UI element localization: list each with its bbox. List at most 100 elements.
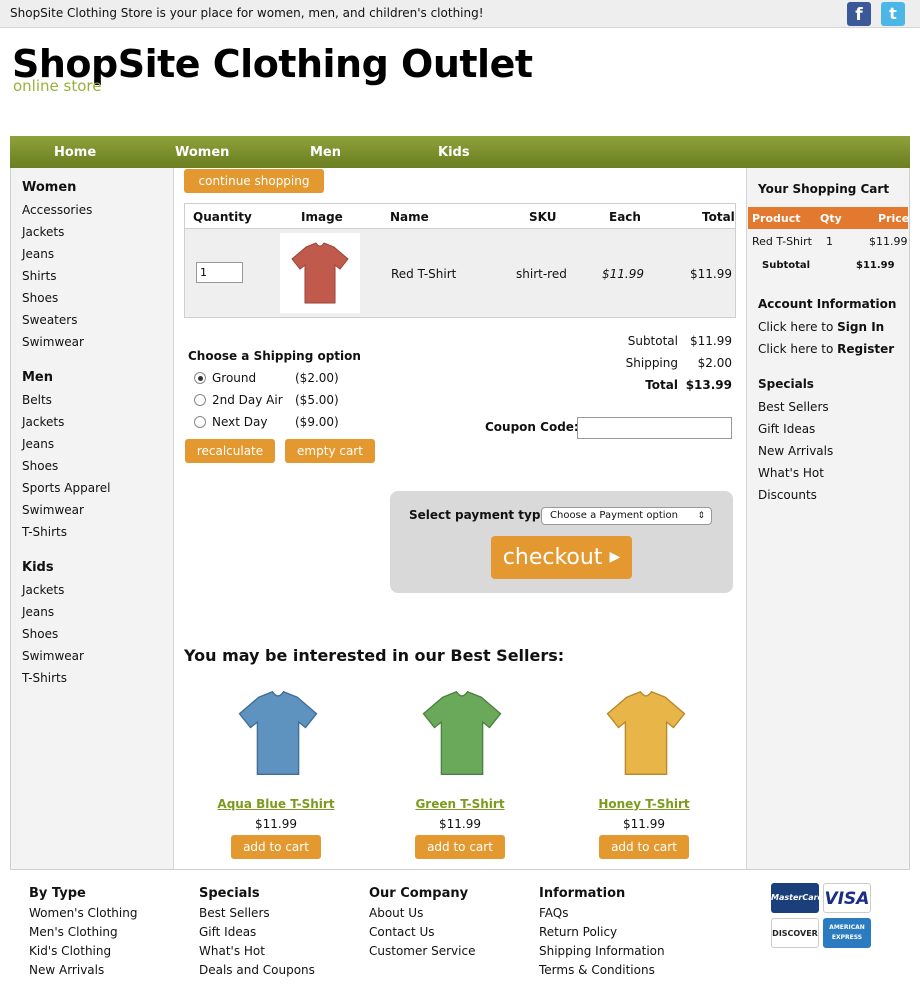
sidebar-item-jackets[interactable]: Jackets <box>22 583 64 597</box>
sidebar-item-t-shirts[interactable]: T-Shirts <box>22 671 67 685</box>
shipping-title: Choose a Shipping option <box>188 349 361 363</box>
add-to-cart-button-aqua[interactable]: add to cart <box>231 835 321 859</box>
nav-women[interactable]: Women <box>175 145 229 160</box>
footer-link[interactable]: Gift Ideas <box>199 925 256 939</box>
sidebar-item-shoes[interactable]: Shoes <box>22 291 58 305</box>
sidebar-item-sports-apparel[interactable]: Sports Apparel <box>22 481 110 495</box>
chevron-right-icon: ▶ <box>609 549 621 565</box>
twitter-icon[interactable]: t <box>881 2 905 26</box>
footer-link[interactable]: Shipping Information <box>539 944 665 958</box>
sign-in-link[interactable]: Sign In <box>837 320 884 334</box>
shipping-label-2nd-day-air[interactable]: 2nd Day Air <box>212 393 283 407</box>
footer-link[interactable]: Best Sellers <box>199 906 270 920</box>
mini-cart-qty: 1 <box>826 235 833 248</box>
right-sidebar <box>746 168 909 869</box>
mini-cart-product[interactable]: Red T-Shirt <box>752 235 812 248</box>
nav-kids[interactable]: Kids <box>438 145 470 160</box>
sidebar-item-swimwear[interactable]: Swimwear <box>22 503 84 517</box>
checkout-button[interactable]: checkout ▶ <box>491 536 632 579</box>
facebook-icon[interactable]: f <box>847 2 871 26</box>
quantity-input[interactable] <box>196 262 243 283</box>
tagline: ShopSite Clothing Store is your place fo… <box>10 6 484 20</box>
nav-home[interactable]: Home <box>54 145 96 160</box>
aqua-tshirt-image[interactable] <box>223 678 333 791</box>
col-each: Each <box>609 210 641 224</box>
specials-best-sellers[interactable]: Best Sellers <box>758 400 829 414</box>
footer-link[interactable]: Customer Service <box>369 944 475 958</box>
sidebar-item-swimwear[interactable]: Swimwear <box>22 335 84 349</box>
sidebar-heading-men[interactable]: Men <box>22 370 53 385</box>
sidebar-item-shirts[interactable]: Shirts <box>22 269 56 283</box>
footer-link[interactable]: New Arrivals <box>29 963 104 977</box>
sidebar-heading-kids[interactable]: Kids <box>22 560 54 575</box>
footer-link[interactable]: Return Policy <box>539 925 617 939</box>
store-subtitle: online store <box>13 77 102 95</box>
sidebar-item-swimwear[interactable]: Swimwear <box>22 649 84 663</box>
register-line[interactable]: Click here to Register <box>758 342 894 356</box>
footer-link[interactable]: Contact Us <box>369 925 435 939</box>
sidebar-item-shoes[interactable]: Shoes <box>22 459 58 473</box>
footer-by-type-title: By Type <box>29 886 86 901</box>
shipping-price-ground: ($2.00) <box>295 371 339 385</box>
register-link[interactable]: Register <box>837 342 894 356</box>
mini-cart-col-product: Product <box>752 212 801 225</box>
sign-in-line[interactable]: Click here to Sign In <box>758 320 884 334</box>
sidebar-item-belts[interactable]: Belts <box>22 393 52 407</box>
shipping-price-next-day: ($9.00) <box>295 415 339 429</box>
add-to-cart-button-green[interactable]: add to cart <box>415 835 505 859</box>
item-sku: shirt-red <box>516 267 567 281</box>
footer-info-title: Information <box>539 886 626 901</box>
mini-cart-subtotal-label: Subtotal <box>762 260 811 271</box>
product-name-green[interactable]: Green T-Shirt <box>375 797 545 811</box>
empty-cart-button[interactable]: empty cart <box>285 439 375 463</box>
account-info-title: Account Information <box>758 297 897 311</box>
sidebar-item-accessories[interactable]: Accessories <box>22 203 92 217</box>
sidebar-item-sweaters[interactable]: Sweaters <box>22 313 77 327</box>
sidebar-item-jeans[interactable]: Jeans <box>22 247 54 261</box>
footer-link[interactable]: Deals and Coupons <box>199 963 315 977</box>
shipping-radio-ground[interactable] <box>194 372 206 384</box>
specials-new-arrivals[interactable]: New Arrivals <box>758 444 833 458</box>
sidebar-item-jackets[interactable]: Jackets <box>22 415 64 429</box>
coupon-input[interactable] <box>577 417 732 439</box>
recalculate-button[interactable]: recalculate <box>185 439 275 463</box>
sidebar-item-t-shirts[interactable]: T-Shirts <box>22 525 67 539</box>
col-quantity: Quantity <box>193 210 252 224</box>
footer-company-title: Our Company <box>369 886 469 901</box>
footer-link[interactable]: Kid's Clothing <box>29 944 111 958</box>
sidebar-item-shoes[interactable]: Shoes <box>22 627 58 641</box>
shipping-label-next-day[interactable]: Next Day <box>212 415 267 429</box>
footer-link[interactable]: Men's Clothing <box>29 925 118 939</box>
shipping-radio-2nd-day-air[interactable] <box>194 394 206 406</box>
footer-link[interactable]: About Us <box>369 906 423 920</box>
shipping-label-ground[interactable]: Ground <box>212 371 256 385</box>
product-name-honey[interactable]: Honey T-Shirt <box>559 797 729 811</box>
sidebar-heading-women[interactable]: Women <box>22 180 76 195</box>
footer-link[interactable]: Terms & Conditions <box>539 963 655 977</box>
sidebar-item-jeans[interactable]: Jeans <box>22 605 54 619</box>
american-express-icon: AMERICAN EXPRESS <box>823 918 871 948</box>
add-to-cart-button-honey[interactable]: add to cart <box>599 835 689 859</box>
specials-whats-hot[interactable]: What's Hot <box>758 466 824 480</box>
red-tshirt-image[interactable] <box>280 233 360 313</box>
honey-tshirt-image[interactable] <box>591 678 701 791</box>
sidebar-item-jackets[interactable]: Jackets <box>22 225 64 239</box>
cart-table: Quantity Image Name SKU Each Total Red T… <box>184 203 736 318</box>
nav-men[interactable]: Men <box>310 145 341 160</box>
footer-link[interactable]: What's Hot <box>199 944 265 958</box>
footer-link[interactable]: Women's Clothing <box>29 906 137 920</box>
specials-gift-ideas[interactable]: Gift Ideas <box>758 422 815 436</box>
mini-cart-col-price: Price <box>878 212 910 225</box>
payment-type-select[interactable]: Choose a Payment option ⇕ <box>541 507 712 525</box>
main-nav: Home Women Men Kids <box>10 136 910 168</box>
shipping-price-2nd-day-air: ($5.00) <box>295 393 339 407</box>
specials-discounts[interactable]: Discounts <box>758 488 817 502</box>
green-tshirt-image[interactable] <box>407 678 517 791</box>
footer-link[interactable]: FAQs <box>539 906 569 920</box>
continue-shopping-button[interactable]: continue shopping <box>184 169 324 193</box>
sidebar-item-jeans[interactable]: Jeans <box>22 437 54 451</box>
shipping-radio-next-day[interactable] <box>194 416 206 428</box>
product-price-aqua: $11.99 <box>255 817 297 831</box>
total-value: $13.99 <box>685 378 732 392</box>
product-name-aqua[interactable]: Aqua Blue T-Shirt <box>191 797 361 811</box>
